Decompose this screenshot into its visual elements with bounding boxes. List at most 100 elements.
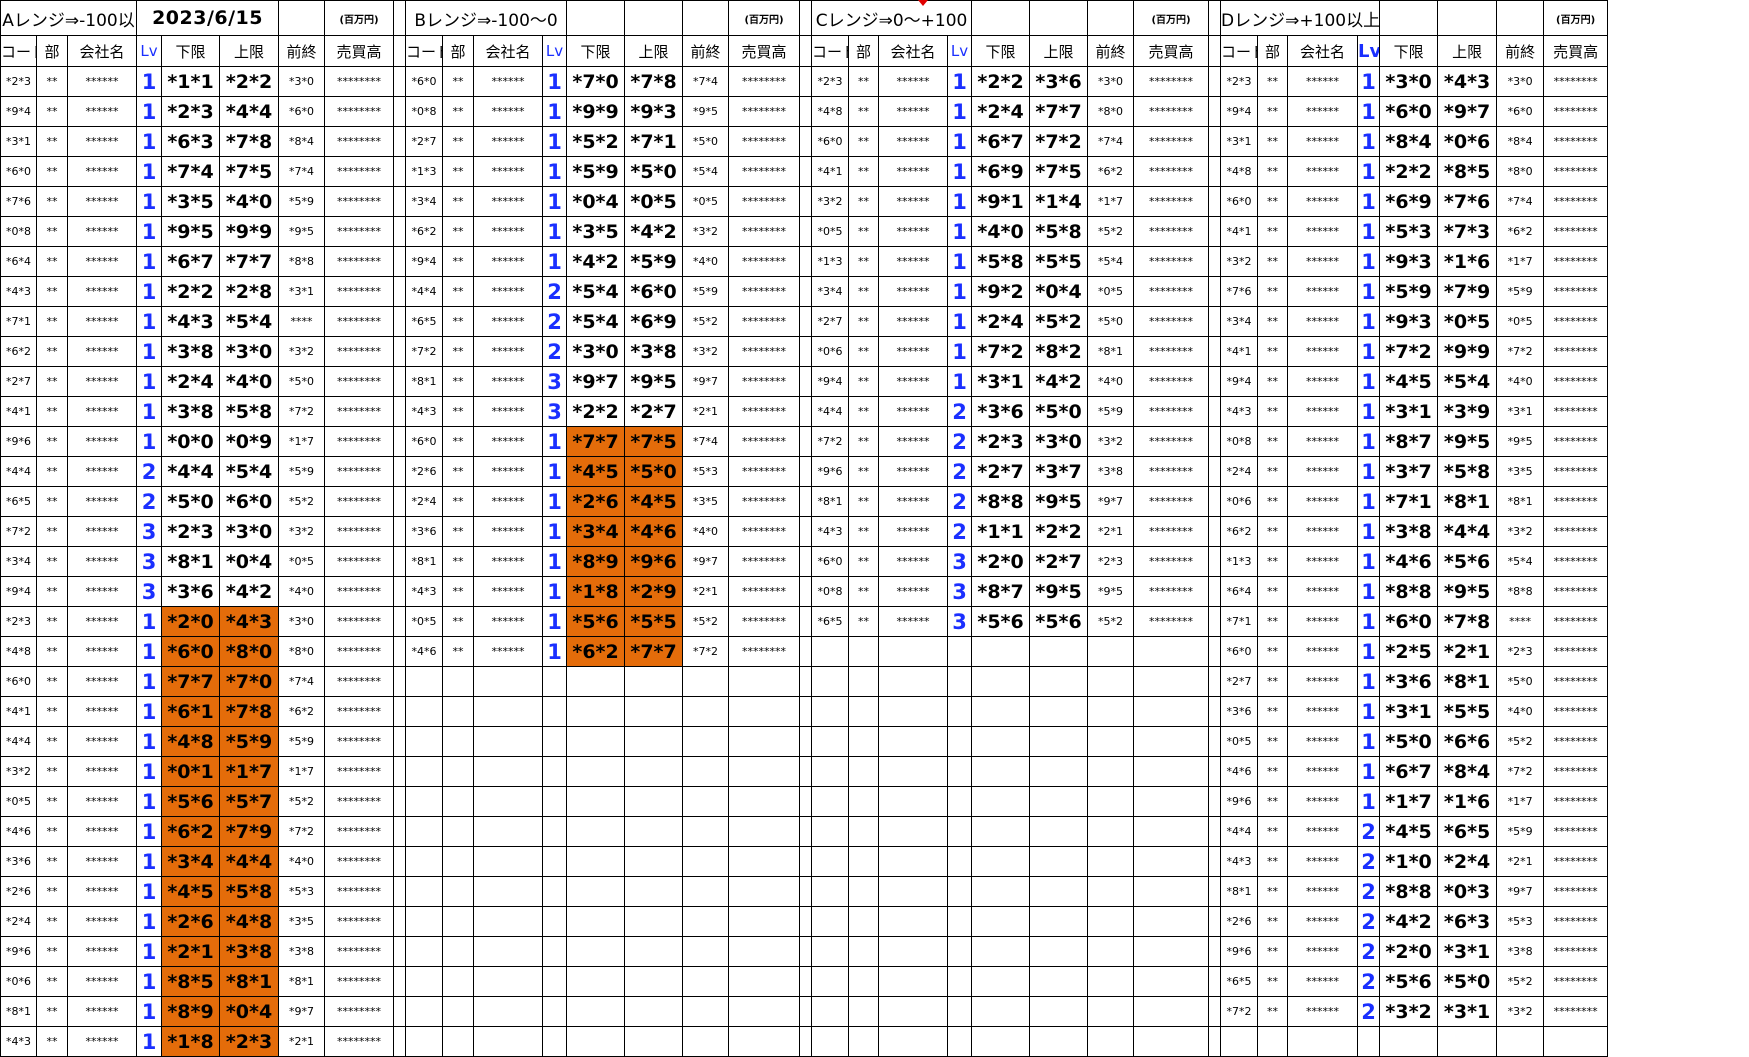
volume-cell[interactable]: ******** bbox=[1133, 156, 1210, 187]
upper-limit-cell[interactable]: *4*4 bbox=[1437, 516, 1498, 547]
previous-close-cell[interactable]: *1*7 bbox=[278, 756, 326, 787]
empty-cell[interactable] bbox=[728, 666, 801, 697]
company-name-cell[interactable]: ****** bbox=[878, 96, 949, 127]
lower-limit-cell[interactable]: *9*9 bbox=[566, 96, 626, 127]
lower-limit-cell[interactable]: *6*2 bbox=[161, 816, 221, 847]
upper-limit-cell[interactable]: *7*8 bbox=[624, 66, 684, 97]
level-cell[interactable]: 1 bbox=[1357, 336, 1381, 367]
company-name-cell[interactable]: ****** bbox=[66, 306, 138, 337]
volume-cell[interactable]: ******** bbox=[728, 486, 801, 517]
previous-close-cell[interactable]: *4*0 bbox=[1087, 366, 1135, 397]
level-cell[interactable]: 2 bbox=[1357, 816, 1381, 847]
upper-limit-cell[interactable]: *2*2 bbox=[219, 66, 280, 97]
lower-limit-cell[interactable]: *6*1 bbox=[161, 696, 221, 727]
empty-cell[interactable] bbox=[542, 816, 568, 847]
lower-limit-cell[interactable]: *5*4 bbox=[566, 276, 626, 307]
empty-cell[interactable] bbox=[442, 666, 475, 697]
level-cell[interactable]: 1 bbox=[136, 336, 163, 367]
empty-cell[interactable] bbox=[405, 756, 444, 787]
previous-close-cell[interactable]: *2*1 bbox=[682, 396, 730, 427]
empty-cell[interactable] bbox=[566, 0, 626, 36]
empty-cell[interactable] bbox=[947, 966, 973, 997]
lower-limit-cell[interactable]: *8*8 bbox=[1379, 576, 1439, 607]
volume-cell[interactable]: ******** bbox=[728, 276, 801, 307]
empty-cell[interactable] bbox=[542, 696, 568, 727]
division-cell[interactable]: ** bbox=[36, 276, 68, 307]
empty-cell[interactable] bbox=[566, 996, 626, 1027]
empty-cell[interactable] bbox=[728, 966, 801, 997]
empty-cell[interactable] bbox=[405, 996, 444, 1027]
empty-cell[interactable] bbox=[566, 876, 626, 907]
empty-cell[interactable] bbox=[728, 756, 801, 787]
company-name-cell[interactable]: ****** bbox=[66, 66, 138, 97]
company-name-cell[interactable]: ****** bbox=[1287, 126, 1359, 157]
header-volume[interactable]: 売買高 bbox=[324, 35, 395, 67]
volume-cell[interactable]: ******** bbox=[324, 996, 395, 1027]
empty-cell[interactable] bbox=[682, 936, 730, 967]
level-cell[interactable]: 1 bbox=[136, 726, 163, 757]
empty-cell[interactable] bbox=[1379, 0, 1439, 36]
division-cell[interactable]: ** bbox=[36, 936, 68, 967]
previous-close-cell[interactable]: *9*5 bbox=[278, 216, 326, 247]
volume-cell[interactable]: ******** bbox=[324, 546, 395, 577]
upper-limit-cell[interactable]: *5*5 bbox=[1029, 246, 1089, 277]
division-cell[interactable]: ** bbox=[36, 426, 68, 457]
division-cell[interactable]: ** bbox=[36, 786, 68, 817]
empty-cell[interactable] bbox=[1220, 1026, 1259, 1057]
header-code[interactable]: コード bbox=[405, 35, 444, 67]
empty-cell[interactable] bbox=[811, 816, 850, 847]
company-name-cell[interactable]: ****** bbox=[66, 396, 138, 427]
division-cell[interactable]: ** bbox=[848, 576, 880, 607]
code-cell[interactable]: *7*2 bbox=[811, 426, 850, 457]
empty-cell[interactable] bbox=[566, 816, 626, 847]
volume-cell[interactable]: ******** bbox=[1543, 426, 1609, 457]
upper-limit-cell[interactable]: *9*5 bbox=[1437, 426, 1498, 457]
code-cell[interactable]: *8*1 bbox=[0, 996, 37, 1027]
lower-limit-cell[interactable]: *7*2 bbox=[971, 336, 1031, 367]
lower-limit-cell[interactable]: *3*8 bbox=[1379, 516, 1439, 547]
company-name-cell[interactable]: ****** bbox=[66, 186, 138, 217]
division-cell[interactable]: ** bbox=[1257, 456, 1289, 487]
empty-cell[interactable] bbox=[473, 816, 544, 847]
upper-limit-cell[interactable]: *1*7 bbox=[219, 756, 280, 787]
company-name-cell[interactable]: ****** bbox=[66, 756, 138, 787]
company-name-cell[interactable]: ****** bbox=[878, 276, 949, 307]
empty-cell[interactable] bbox=[473, 846, 544, 877]
company-name-cell[interactable]: ****** bbox=[1287, 156, 1359, 187]
header-company-name[interactable]: 会社名 bbox=[1287, 35, 1359, 67]
empty-cell[interactable] bbox=[848, 906, 880, 937]
upper-limit-cell[interactable]: *0*4 bbox=[219, 996, 280, 1027]
level-cell[interactable]: 2 bbox=[1357, 906, 1381, 937]
empty-cell[interactable] bbox=[682, 726, 730, 757]
empty-cell[interactable] bbox=[1087, 786, 1135, 817]
division-cell[interactable]: ** bbox=[1257, 786, 1289, 817]
volume-cell[interactable]: ******** bbox=[324, 456, 395, 487]
company-name-cell[interactable]: ****** bbox=[1287, 846, 1359, 877]
previous-close-cell[interactable]: *4*0 bbox=[1496, 696, 1545, 727]
level-cell[interactable]: 1 bbox=[542, 606, 568, 637]
division-cell[interactable]: ** bbox=[1257, 306, 1289, 337]
lower-limit-cell[interactable]: *2*2 bbox=[161, 276, 221, 307]
code-cell[interactable]: *8*1 bbox=[811, 486, 850, 517]
empty-cell[interactable] bbox=[947, 666, 973, 697]
upper-limit-cell[interactable]: *3*0 bbox=[1029, 426, 1089, 457]
company-name-cell[interactable]: ****** bbox=[473, 636, 544, 667]
code-cell[interactable]: *3*1 bbox=[1220, 126, 1259, 157]
empty-cell[interactable] bbox=[405, 666, 444, 697]
volume-cell[interactable]: ******** bbox=[324, 186, 395, 217]
previous-close-cell[interactable]: *5*3 bbox=[278, 876, 326, 907]
level-cell[interactable]: 3 bbox=[947, 546, 973, 577]
code-cell[interactable]: *0*5 bbox=[405, 606, 444, 637]
division-cell[interactable]: ** bbox=[36, 906, 68, 937]
header-company-name[interactable]: 会社名 bbox=[66, 35, 138, 67]
volume-cell[interactable]: ******** bbox=[1133, 606, 1210, 637]
company-name-cell[interactable]: ****** bbox=[1287, 786, 1359, 817]
empty-cell[interactable] bbox=[1133, 756, 1210, 787]
volume-cell[interactable]: ******** bbox=[1133, 426, 1210, 457]
company-name-cell[interactable]: ****** bbox=[878, 66, 949, 97]
empty-cell[interactable] bbox=[811, 726, 850, 757]
division-cell[interactable]: ** bbox=[442, 576, 475, 607]
volume-cell[interactable]: ******** bbox=[324, 276, 395, 307]
lower-limit-cell[interactable]: *5*3 bbox=[1379, 216, 1439, 247]
company-name-cell[interactable]: ****** bbox=[1287, 336, 1359, 367]
